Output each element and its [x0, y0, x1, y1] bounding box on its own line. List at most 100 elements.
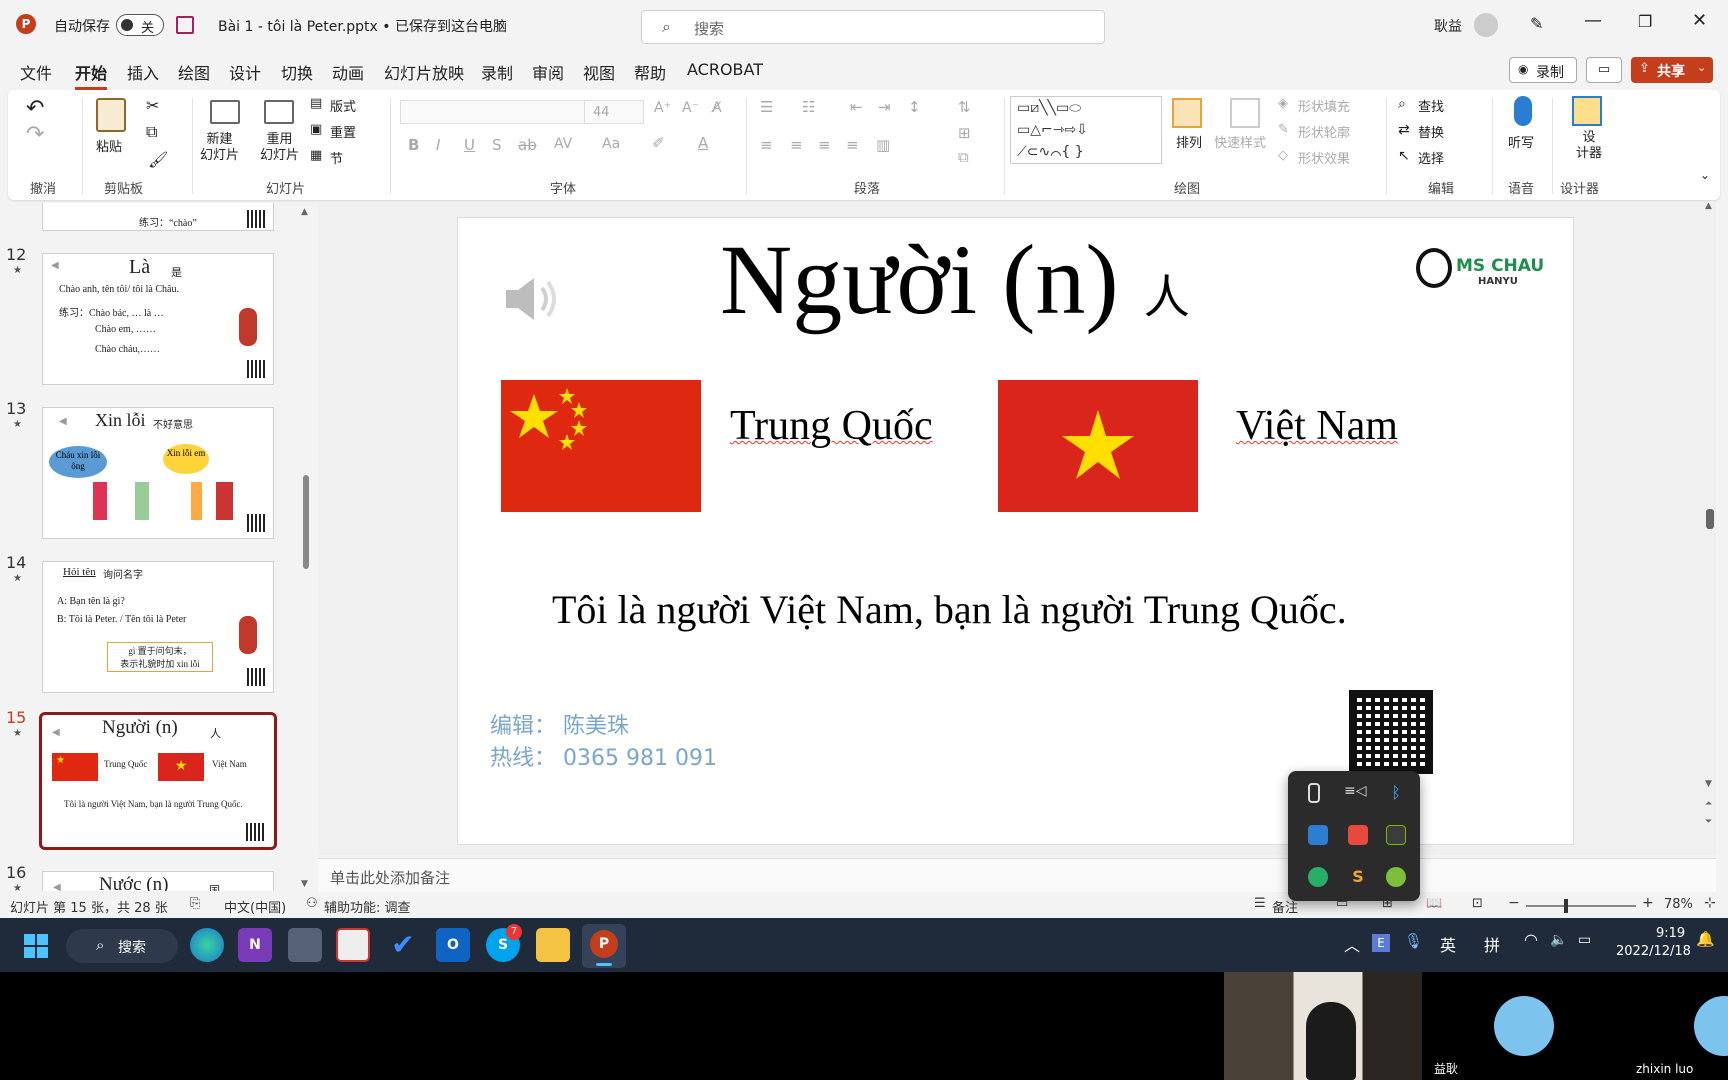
next-slide-icon[interactable]: ⏷: [1705, 817, 1712, 827]
slide-thumbnail-16[interactable]: ◀ Nước (n) 国: [42, 871, 274, 891]
wifi-icon[interactable]: ◠: [1524, 930, 1538, 949]
reset-button[interactable]: 重置: [330, 122, 356, 141]
designer-icon[interactable]: [1572, 96, 1602, 126]
save-icon[interactable]: [176, 16, 194, 34]
comments-button[interactable]: ▭: [1586, 57, 1622, 83]
tab-file[interactable]: 文件: [20, 60, 52, 84]
new-slide-icon[interactable]: [210, 100, 240, 124]
volume-icon[interactable]: 🔈: [1550, 932, 1567, 948]
todo-icon[interactable]: ✔: [386, 928, 420, 962]
qr-code-icon[interactable]: [1349, 690, 1433, 774]
ime-language[interactable]: 英: [1440, 932, 1456, 956]
vietnam-flag[interactable]: [998, 380, 1198, 512]
zoom-level[interactable]: 78%: [1664, 897, 1693, 912]
s-app-icon[interactable]: S: [1348, 867, 1368, 887]
scroll-down-icon[interactable]: ▼: [301, 879, 308, 889]
microphone-icon[interactable]: 🎙: [1404, 932, 1423, 950]
language-indicator[interactable]: 中文(中国): [224, 897, 286, 916]
notes-placeholder[interactable]: 单击此处添加备注: [330, 867, 450, 888]
tab-record[interactable]: 录制: [481, 60, 513, 84]
search-box[interactable]: ⌕ 搜索: [641, 10, 1105, 44]
input-e-icon[interactable]: E: [1372, 934, 1390, 952]
slide-thumbnail-11[interactable]: 练习：“chào”: [42, 203, 274, 231]
tab-home[interactable]: 开始: [75, 60, 108, 90]
designer-button[interactable]: 设 计器: [1576, 130, 1602, 162]
autosave-toggle[interactable]: 关: [116, 14, 164, 36]
editor-credit[interactable]: 编辑： 陈美珠: [490, 708, 629, 740]
hotline-credit[interactable]: 热线： 0365 981 091: [490, 740, 717, 772]
nvidia-icon[interactable]: [1386, 825, 1406, 845]
tab-transitions[interactable]: 切换: [281, 60, 313, 84]
font-size-box[interactable]: 44: [584, 100, 644, 124]
font-name-box[interactable]: [400, 100, 590, 124]
paste-button[interactable]: 粘贴: [96, 136, 122, 155]
sync-icon[interactable]: [1386, 867, 1406, 887]
slide-thumbnail-15-selected[interactable]: ◀ Người (n) 人 ★ Trung Quốc ★ Việt Nam Tô…: [39, 712, 277, 850]
paste-icon[interactable]: [96, 98, 126, 132]
editor-scrollbar[interactable]: ▲ ▼ ⏶ ⏷: [1704, 203, 1716, 855]
wechat-icon[interactable]: [1308, 867, 1328, 887]
zoom-slider-thumb[interactable]: [1564, 899, 1568, 913]
maximize-icon[interactable]: ❐: [1638, 12, 1652, 31]
find-button[interactable]: 查找: [1418, 96, 1444, 115]
slide-thumbnail-13[interactable]: ◀ Xin lỗi 不好意思 Cháu xin lỗi ông Xin lỗi …: [42, 407, 274, 539]
previous-slide-icon[interactable]: ⏶: [1705, 799, 1712, 809]
select-button[interactable]: 选择: [1418, 148, 1444, 167]
user-name[interactable]: 耿益: [1434, 16, 1462, 36]
file-explorer-icon[interactable]: [536, 928, 570, 962]
tab-insert[interactable]: 插入: [127, 60, 159, 84]
participant-video-tile[interactable]: 益耿: [1224, 972, 1458, 1080]
notes-pane[interactable]: 单击此处添加备注: [318, 858, 1716, 892]
dictate-button[interactable]: 听写: [1508, 132, 1534, 151]
document-title[interactable]: Bài 1 - tôi là Peter.pptx • 已保存到这台电脑: [218, 16, 507, 36]
replace-button[interactable]: 替换: [1418, 122, 1444, 141]
powerpoint-taskbar-active[interactable]: P: [582, 924, 626, 968]
clock-time[interactable]: 9:19: [1656, 926, 1685, 941]
reuse-slide-icon[interactable]: [264, 100, 294, 124]
zoom-in-icon[interactable]: +: [1642, 895, 1654, 911]
new-slide-button[interactable]: 新建 幻灯片: [200, 132, 239, 164]
label-vietnam[interactable]: Việt Nam: [1236, 402, 1398, 450]
scroll-up-icon[interactable]: ▲: [1705, 203, 1712, 211]
participant-avatar[interactable]: [1494, 996, 1554, 1056]
avatar[interactable]: [1474, 13, 1498, 37]
app-red-icon[interactable]: [1348, 825, 1368, 845]
arrange-button[interactable]: 排列: [1176, 132, 1202, 151]
cut-icon[interactable]: ✂: [146, 96, 159, 115]
edge-icon[interactable]: [190, 928, 224, 962]
record-button[interactable]: ◉ 录制: [1509, 57, 1577, 83]
scrollbar-thumb[interactable]: [303, 475, 309, 569]
reading-view-icon[interactable]: 📖: [1426, 896, 1442, 911]
start-icon[interactable]: [24, 934, 48, 958]
slide-thumbnail-12[interactable]: ◀ Là 是 Chào anh, tên tôi/ tôi là Châu. 练…: [42, 253, 274, 385]
snipping-tool-icon[interactable]: [336, 928, 370, 962]
fit-to-window-icon[interactable]: ⊹: [1704, 895, 1716, 911]
share-button[interactable]: ⇪ 共享 ⌄: [1631, 57, 1713, 83]
ime-mode[interactable]: 拼: [1484, 932, 1500, 956]
battery-icon[interactable]: ▭: [1578, 932, 1591, 948]
outlook-icon[interactable]: O: [436, 928, 470, 962]
slide-thumbnail-14[interactable]: Hỏi tên 询问名字 A: Bạn tên là gì? B: Tôi là…: [42, 561, 274, 693]
copy-icon[interactable]: ⧉: [146, 122, 157, 142]
participant-avatar[interactable]: [1694, 996, 1728, 1056]
tab-animations[interactable]: 动画: [332, 60, 364, 84]
search-input[interactable]: 搜索: [694, 18, 724, 39]
zoom-out-icon[interactable]: −: [1508, 895, 1520, 911]
speaker-icon[interactable]: [502, 274, 562, 324]
defender-icon[interactable]: [1308, 825, 1328, 845]
slide-title[interactable]: Người (n) 人: [720, 222, 1190, 337]
tray-overflow-icon[interactable]: ︿: [1344, 932, 1360, 956]
close-icon[interactable]: ✕: [1692, 10, 1707, 31]
thumb-scrollbar[interactable]: ▲ ▼: [301, 207, 311, 889]
scroll-down-icon[interactable]: ▼: [1705, 779, 1712, 789]
undo-icon[interactable]: ↶: [26, 96, 44, 121]
collapse-ribbon-icon[interactable]: ⌄: [1700, 168, 1710, 182]
china-flag[interactable]: [501, 380, 701, 512]
accessibility-status[interactable]: 辅助功能: 调查: [324, 897, 411, 916]
shapes-gallery[interactable]: ▭⧄╲╲▭⬭ ▭△⌐⇾⇨⇩ ⟋⊂∿⌒{ }: [1010, 96, 1162, 164]
taskbar-search[interactable]: ⌕ 搜索: [66, 929, 178, 963]
usb-icon[interactable]: [1308, 783, 1320, 803]
tab-view[interactable]: 视图: [583, 60, 615, 84]
clock-date[interactable]: 2022/12/18: [1616, 944, 1691, 959]
chevron-down-icon[interactable]: ⌄: [494, 14, 504, 28]
